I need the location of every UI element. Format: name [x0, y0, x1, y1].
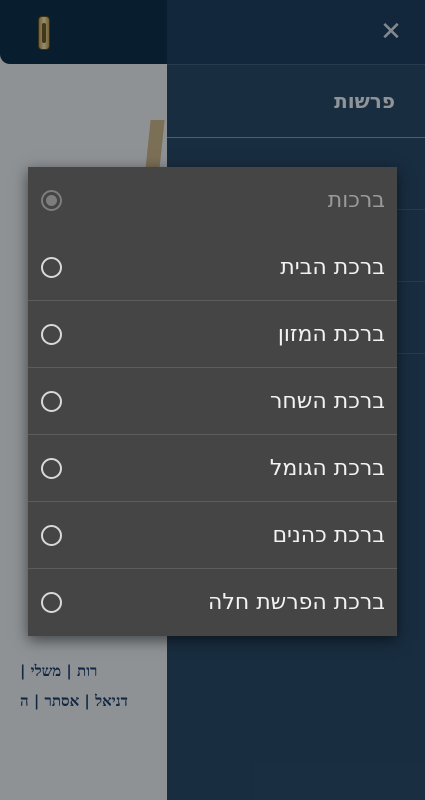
radio-icon[interactable]	[41, 257, 62, 278]
option-label: ברכת הפרשת חלה	[207, 590, 385, 615]
option-label: ברכת כהנים	[272, 523, 385, 548]
radio-icon[interactable]	[41, 592, 62, 613]
option-label: ברכת הגומל	[269, 456, 385, 481]
option-birkat-hafrashat-challah[interactable]: ברכת הפרשת חלה	[28, 569, 397, 636]
radio-icon[interactable]	[41, 391, 62, 412]
radio-icon[interactable]	[41, 324, 62, 345]
blessings-dialog: ברכות ברכת הבית ברכת המזון ברכת השחר ברכ…	[28, 167, 397, 636]
option-birkat-habayit[interactable]: ברכת הבית	[28, 234, 397, 301]
option-label: ברכת הבית	[280, 255, 385, 280]
radio-icon[interactable]	[41, 525, 62, 546]
option-birkat-hagomel[interactable]: ברכת הגומל	[28, 435, 397, 502]
option-birkat-kohanim[interactable]: ברכת כהנים	[28, 502, 397, 569]
dialog-title-row: ברכות	[28, 167, 397, 234]
dialog-title: ברכות	[327, 188, 385, 213]
option-birkat-hamazon[interactable]: ברכת המזון	[28, 301, 397, 368]
option-label: ברכת המזון	[277, 322, 385, 347]
option-label: ברכת השחר	[270, 389, 385, 414]
option-birkat-hashachar[interactable]: ברכת השחר	[28, 368, 397, 435]
radio-icon	[41, 190, 62, 211]
radio-icon[interactable]	[41, 458, 62, 479]
